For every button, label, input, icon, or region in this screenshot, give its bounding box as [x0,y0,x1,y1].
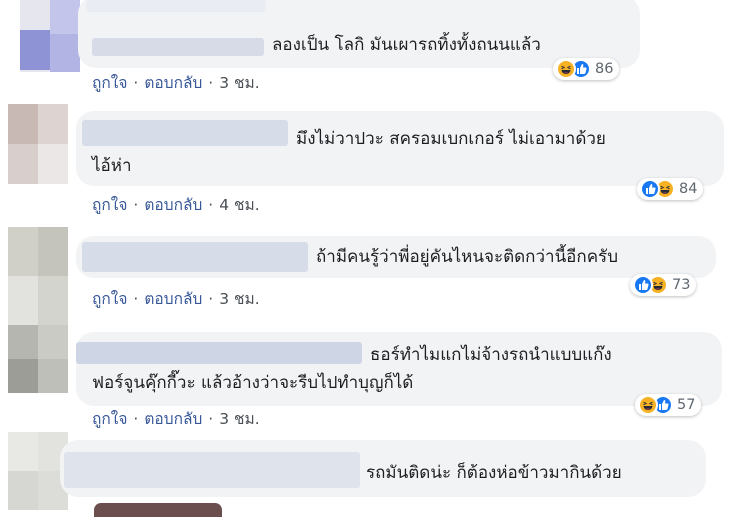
like-link[interactable]: ถูกใจ [92,196,127,214]
avatar[interactable] [8,325,68,393]
reply-link[interactable]: ตอบกลับ [144,290,202,308]
avatar[interactable] [8,104,68,184]
avatar[interactable] [8,432,68,510]
blurred-author-name[interactable] [82,242,308,272]
comment-text: ถ้ามีคนรู้ว่าพี่อยู่คันไหนจะติดกว่านี้อี… [316,247,618,267]
haha-icon [556,59,576,79]
separator-dot: · [133,196,139,214]
comment-text-line: ไอ้ห่า [92,156,132,176]
timestamp[interactable]: 4 ชม. [219,196,259,214]
comment-text: ลองเป็น โลกิ มันเผารถทิ้งทั้งถนนแล้ว [272,35,541,55]
comment-text-line: ฟอร์จูนคุ๊กกี๊วะ แล้วอ้างว่าจะรีบไปทำบุญ… [92,373,414,393]
reaction-count: 84 [679,181,698,197]
comment-text-line: ธอร์ทำไมแกไม่จ้างรถนำแบบแก๊ง [370,345,612,365]
blurred-author-name[interactable] [92,38,264,56]
like-icon [633,275,653,295]
comment-actions: ถูกใจ · ตอบกลับ · 3 ชม. [92,70,260,95]
reply-link[interactable]: ตอบกลับ [144,410,202,428]
avatar[interactable] [8,227,68,325]
reaction-summary[interactable]: 86 [553,58,620,80]
comment-text: รถมันติดน่ะ ก็ต้องห่อข้าวมากินด้วย [366,463,622,483]
reaction-summary[interactable]: 73 [630,274,697,296]
separator-dot: · [133,410,139,428]
like-link[interactable]: ถูกใจ [92,290,127,308]
reaction-summary[interactable]: 84 [637,178,704,200]
separator-dot: · [133,74,139,92]
separator-dot: · [208,410,214,428]
like-icon [640,179,660,199]
comment-actions: ถูกใจ · ตอบกลับ · 3 ชม. [92,286,260,311]
timestamp[interactable]: 3 ชม. [219,74,259,92]
timestamp[interactable]: 3 ชม. [219,290,259,308]
comment-actions: ถูกใจ · ตอบกลับ · 4 ชม. [92,192,260,217]
timestamp[interactable]: 3 ชม. [219,410,259,428]
reaction-count: 57 [677,397,696,413]
like-link[interactable]: ถูกใจ [92,74,127,92]
comment-text-line: มึงไม่วาปวะ สครอมเบกเกอร์ ไม่เอามาด้วย [296,129,606,149]
reaction-count: 86 [595,61,614,77]
blurred-author-name[interactable] [64,452,360,488]
blurred-author-name[interactable] [82,120,288,146]
comment-actions: ถูกใจ · ตอบกลับ · 3 ชม. [92,406,260,431]
haha-icon [638,395,658,415]
separator-dot: · [208,196,214,214]
separator-dot: · [208,290,214,308]
like-link[interactable]: ถูกใจ [92,410,127,428]
reply-link[interactable]: ตอบกลับ [144,196,202,214]
next-avatar-partial[interactable] [94,503,222,517]
separator-dot: · [208,74,214,92]
reaction-count: 73 [672,277,691,293]
blurred-author-name[interactable] [86,0,266,12]
separator-dot: · [133,290,139,308]
reply-link[interactable]: ตอบกลับ [144,74,202,92]
reaction-summary[interactable]: 57 [635,394,702,416]
avatar[interactable] [20,0,80,72]
blurred-author-name[interactable] [76,342,362,364]
